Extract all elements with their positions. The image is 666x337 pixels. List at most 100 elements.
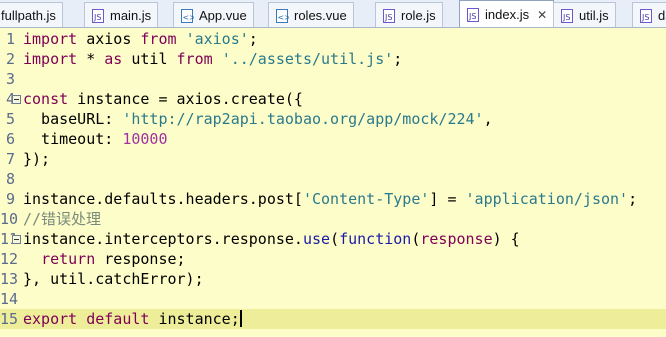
tab-app-vue[interactable]: <> App.vue [173,2,254,27]
tab-fullpath-js[interactable]: fullpath.js [0,2,63,27]
svg-text:<>: <> [278,13,290,22]
line-number: 6 [5,130,15,148]
keyword: return [41,250,96,268]
line-number: 2 [5,50,15,68]
line-number: 12 [0,250,19,268]
line-number: 10 [0,210,19,228]
tab-label: main.js [110,8,152,23]
close-icon[interactable]: ✕ [537,8,547,22]
js-file-icon: JS [467,7,479,22]
comment: //错误处理 [23,210,102,228]
fold-toggle-icon[interactable] [12,235,21,244]
editor-tab-bar: fullpath.js JS main.js <> App.vue <> rol… [0,0,666,28]
svg-text:JS: JS [384,13,392,22]
js-file-icon: JS [92,8,104,23]
keyword: from [140,30,177,48]
tab-label: role.js [401,8,436,23]
code-text: ) { [492,230,520,248]
code-text: util [122,50,177,68]
line-number: 13 [0,270,19,288]
code-text: instance.interceptors.response. [23,230,303,248]
code-text: instance; [149,310,240,328]
tab-label: da [658,8,666,23]
code-text: baseURL: [23,110,123,128]
tab-role-js[interactable]: JS role.js [375,2,443,27]
code-line-7: }); [23,149,50,169]
keyword: export [23,310,78,328]
line-number: 1 [5,30,15,48]
text-cursor [239,310,242,327]
tab-label: index.js [485,7,530,22]
code-line-2: import * as util from '../assets/util.js… [23,49,402,69]
vue-file-icon: <> [276,8,290,23]
js-file-icon: JS [383,8,395,23]
line-number: 15 [0,310,19,328]
tab-da[interactable]: JS da [632,2,666,27]
code-line-1: import axios from 'axios'; [23,29,258,49]
code-text: response; [95,250,186,268]
line-number: 7 [5,150,15,168]
code-line-9: instance.defaults.headers.post['Content-… [23,189,637,209]
code-text: axios [77,30,141,48]
line-number: 5 [5,110,15,128]
parameter: response [420,230,493,248]
code-line-4: const instance = axios.create({ [23,89,303,109]
line-number: 3 [5,70,15,88]
code-line-12: return response; [23,249,186,269]
code-text: }, util.catchError); [23,270,204,288]
string-literal: '../assets/util.js' [221,50,394,68]
tab-roles-vue[interactable]: <> roles.vue [268,2,354,27]
code-line-15: export default instance; [23,309,242,329]
svg-text:JS: JS [468,12,476,21]
code-text: instance.defaults.headers.post[ [23,190,303,208]
svg-text:JS: JS [641,13,649,22]
line-number: 14 [0,290,19,308]
string-literal: 'Content-Type' [302,190,430,208]
keyword: function [339,230,412,248]
number-literal: 10000 [122,130,168,148]
code-text: ; [393,50,403,68]
line-number: 8 [5,170,15,188]
vue-file-icon: <> [181,8,195,23]
code-text: , [483,110,493,128]
code-text: ] = [429,190,466,208]
line-number: 9 [5,190,15,208]
tab-util-js[interactable]: JS util.js [553,2,616,27]
tab-label: util.js [579,8,609,23]
string-literal: 'application/json' [465,190,629,208]
tab-index-js[interactable]: JS index.js ✕ [459,0,555,27]
js-file-icon: JS [640,8,652,23]
tab-label: fullpath.js [1,8,56,23]
code-text: ; [628,190,638,208]
keyword: from [176,50,213,68]
fold-toggle-icon[interactable] [12,95,21,104]
code-line-13: }, util.catchError); [23,269,204,289]
svg-text:JS: JS [562,13,570,22]
svg-text:JS: JS [93,13,101,22]
code-text: * [77,50,105,68]
keyword: as [104,50,123,68]
keyword: import [23,30,78,48]
string-literal: 'http://rap2api.taobao.org/app/mock/224' [122,110,484,128]
code-text: instance = axios.create({ [68,90,303,108]
code-line-6: timeout: 10000 [23,129,168,149]
keyword: const [23,90,69,108]
code-editor[interactable]: 1 2 3 4 5 6 7 8 9 10 11 12 13 14 15 impo… [0,28,666,337]
code-text: ( [330,230,340,248]
tab-label: roles.vue [294,8,347,23]
string-literal: 'axios' [185,30,249,48]
code-line-5: baseURL: 'http://rap2api.taobao.org/app/… [23,109,493,129]
code-line-11: instance.interceptors.response.use(funct… [23,229,520,249]
tab-main-js[interactable]: JS main.js [84,2,159,27]
tab-label: App.vue [199,8,247,23]
code-text: timeout: [23,130,123,148]
code-text: ; [248,30,258,48]
svg-text:<>: <> [183,13,195,22]
keyword: default [86,310,150,328]
keyword: import [23,50,78,68]
method-name: use [302,230,331,248]
